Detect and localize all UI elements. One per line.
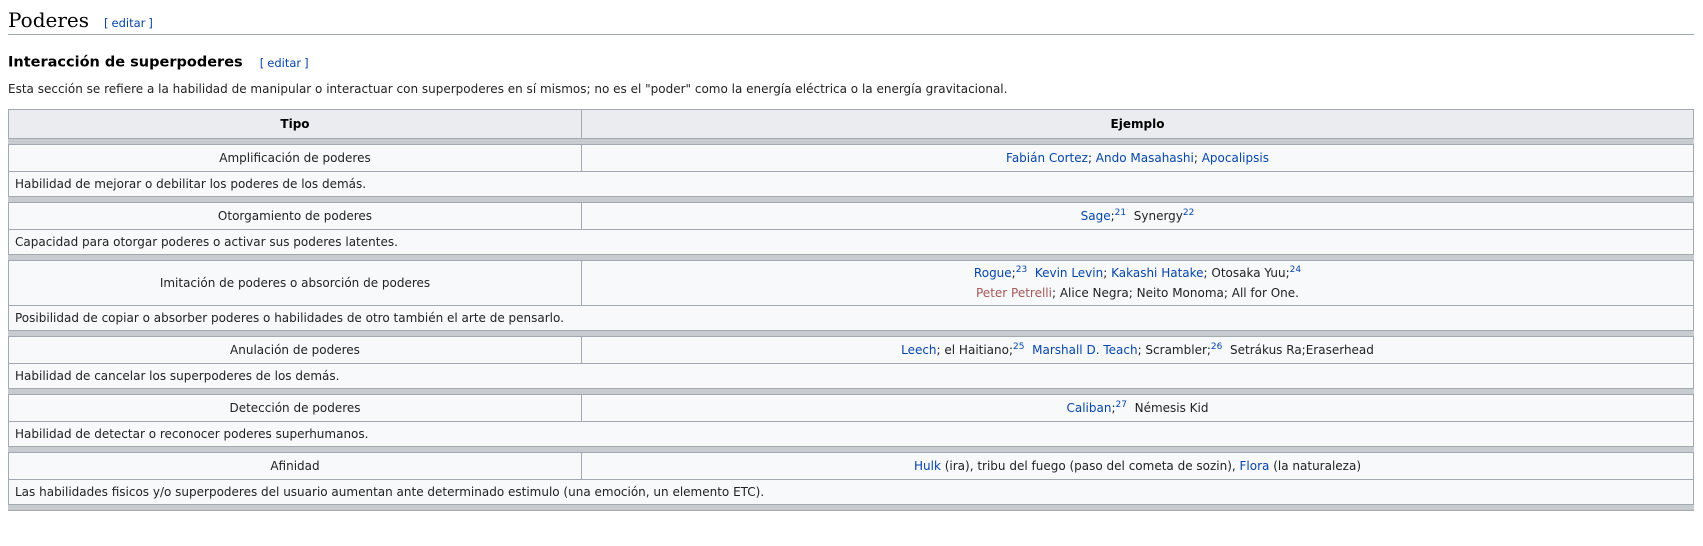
table-row: Imitación de poderes o absorción de pode…: [8, 260, 1694, 306]
example-link[interactable]: Kevin Levin: [1035, 266, 1103, 280]
table-body: Amplificación de poderes Fabián Cortez; A…: [8, 138, 1694, 511]
table-row: Amplificación de poderes Fabián Cortez; A…: [8, 144, 1694, 172]
description-cell: Posibilidad de copiar o absorber poderes…: [8, 305, 1694, 331]
table-row: Anulación de poderes Leech; el Haitiano;2…: [8, 336, 1694, 364]
reference-link[interactable]: 21: [1115, 208, 1126, 218]
subsection-heading: Interacción de superpoderes [editar]: [8, 52, 309, 72]
example-link[interactable]: Leech: [901, 343, 936, 357]
reference-link[interactable]: 24: [1290, 265, 1301, 275]
section-heading: Poderes [editar]: [8, 6, 1694, 35]
example-link[interactable]: Ando Masahashi: [1096, 151, 1194, 165]
example-text: ; Alice Negra; Neito Monoma; All for One…: [1051, 286, 1299, 300]
example-text: (la naturaleza): [1269, 459, 1362, 473]
ejemplo-cell: Caliban;27 Némesis Kid: [581, 394, 1694, 422]
subsection-edit: [editar]: [259, 55, 309, 70]
example-text: ; Scrambler;: [1137, 343, 1211, 357]
example-link[interactable]: Caliban: [1066, 401, 1111, 415]
example-link[interactable]: Sage: [1081, 209, 1111, 223]
description-cell: Capacidad para otorgar poderes o activar…: [8, 229, 1694, 255]
example-text: [1027, 266, 1035, 280]
tipo-cell: Anulación de poderes: [8, 336, 582, 364]
description-row: Habilidad de detectar o reconocer podere…: [8, 421, 1694, 447]
tipo-cell: Detección de poderes: [8, 394, 582, 422]
powers-table: Tipo Ejemplo Amplificación de poderes Fab…: [8, 109, 1694, 511]
example-text: ;: [1103, 266, 1112, 280]
description-row: Las habilidades fisicos y/o superpoderes…: [8, 479, 1694, 505]
example-link[interactable]: Flora: [1240, 459, 1270, 473]
intro-paragraph: Esta sección se refiere a la habilidad d…: [8, 82, 1008, 96]
example-link[interactable]: Marshall D. Teach: [1032, 343, 1137, 357]
table-row: Otorgamiento de poderes Sage;21 Synergy22: [8, 202, 1694, 230]
reference-link[interactable]: 25: [1013, 342, 1024, 352]
reference-link[interactable]: 26: [1211, 342, 1222, 352]
column-header-tipo: Tipo: [8, 109, 582, 139]
tipo-cell: Afinidad: [8, 452, 582, 480]
description-cell: Las habilidades fisicos y/o superpoderes…: [8, 479, 1694, 505]
ejemplo-cell: Hulk (ira), tribu del fuego (paso del co…: [581, 452, 1694, 480]
row-separator: [8, 504, 1694, 511]
ejemplo-cell: Leech; el Haitiano;25 Marshall D. Teach;…: [581, 336, 1694, 364]
subsection-edit-link[interactable]: editar: [267, 56, 301, 70]
section-title: Poderes: [8, 8, 89, 32]
row-separator-cell: [8, 504, 1694, 511]
example-link[interactable]: Kakashi Hatake: [1111, 266, 1203, 280]
example-text: ; Otosaka Yuu;: [1203, 266, 1290, 280]
section-edit-link[interactable]: editar: [112, 16, 146, 30]
example-text: ;: [1193, 151, 1202, 165]
tipo-cell: Imitación de poderes o absorción de pode…: [8, 260, 582, 306]
table-row: Detección de poderes Caliban;27 Némesis K…: [8, 394, 1694, 422]
reference-link[interactable]: 23: [1016, 265, 1027, 275]
reference-link[interactable]: 22: [1183, 208, 1194, 218]
section-edit: [editar]: [104, 16, 153, 30]
tipo-cell: Otorgamiento de poderes: [8, 202, 582, 230]
subsection-title: Interacción de superpoderes: [8, 54, 243, 71]
description-cell: Habilidad de mejorar o debilitar los pod…: [8, 171, 1694, 197]
description-row: Habilidad de mejorar o debilitar los pod…: [8, 171, 1694, 197]
table-header-row: Tipo Ejemplo: [8, 109, 1694, 139]
example-text: Némesis Kid: [1126, 401, 1209, 415]
example-link[interactable]: Hulk: [914, 459, 941, 473]
example-text: Synergy: [1126, 209, 1183, 223]
description-row: Capacidad para otorgar poderes o activar…: [8, 229, 1694, 255]
ejemplo-cell: Fabián Cortez; Ando Masahashi; Apocalips…: [581, 144, 1694, 172]
ejemplo-cell: Rogue;23 Kevin Levin; Kakashi Hatake; Ot…: [581, 260, 1694, 306]
description-cell: Habilidad de cancelar los superpoderes d…: [8, 363, 1694, 389]
example-text: ;: [1087, 151, 1096, 165]
example-text: Setrákus Ra;Eraserhead: [1222, 343, 1374, 357]
example-link[interactable]: Apocalipsis: [1202, 151, 1269, 165]
example-link[interactable]: Peter Petrelli: [976, 286, 1052, 300]
table-row: Afinidad Hulk (ira), tribu del fuego (pas…: [8, 452, 1694, 480]
column-header-ejemplo: Ejemplo: [581, 109, 1694, 139]
ejemplo-cell: Sage;21 Synergy22: [581, 202, 1694, 230]
example-link[interactable]: Fabián Cortez: [1006, 151, 1088, 165]
example-text: [1024, 343, 1032, 357]
description-row: Habilidad de cancelar los superpoderes d…: [8, 363, 1694, 389]
example-text: (ira), tribu del fuego (paso del cometa …: [940, 459, 1240, 473]
example-text: ; el Haitiano;: [936, 343, 1014, 357]
reference-link[interactable]: 27: [1116, 400, 1127, 410]
description-cell: Habilidad de detectar o reconocer podere…: [8, 421, 1694, 447]
tipo-cell: Amplificación de poderes: [8, 144, 582, 172]
example-link[interactable]: Rogue: [974, 266, 1012, 280]
description-row: Posibilidad de copiar o absorber poderes…: [8, 305, 1694, 331]
